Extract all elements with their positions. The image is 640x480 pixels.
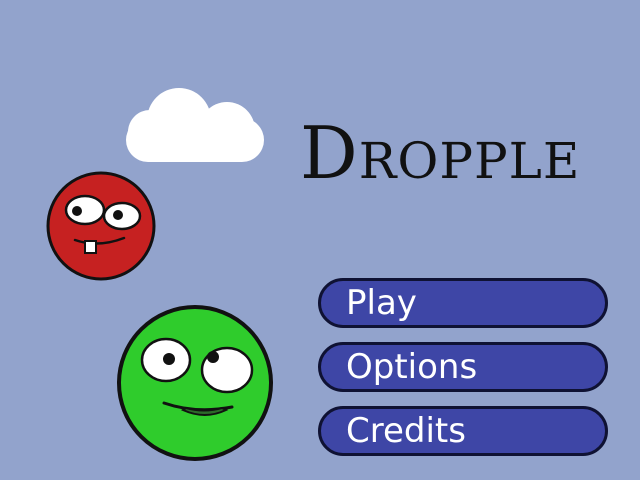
main-menu: Play Options Credits (318, 278, 608, 456)
green-blob-character (117, 305, 273, 461)
game-title: Dropple (300, 111, 581, 195)
play-button[interactable]: Play (318, 278, 608, 328)
cloud-icon (126, 88, 264, 162)
credits-button[interactable]: Credits (318, 406, 608, 456)
main-menu-screen: Dropple Play Options Credits (0, 0, 640, 480)
options-button[interactable]: Options (318, 342, 608, 392)
red-blob-character (46, 171, 156, 281)
